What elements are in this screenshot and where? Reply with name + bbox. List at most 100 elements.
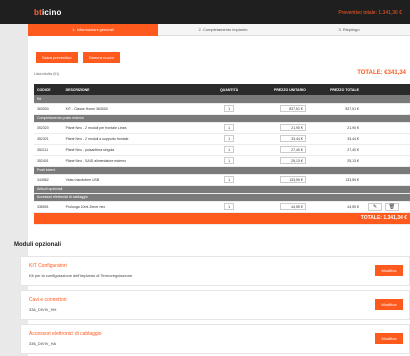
table-row: 344582 Video handsfree USB 1 133,59 €133,59… bbox=[34, 174, 410, 186]
unit-price-field[interactable]: 33,44 € bbox=[279, 135, 306, 142]
modify-button[interactable]: Modifica bbox=[375, 333, 403, 344]
table-row: 352320 Pláné Neo - 2 moduli per frontale … bbox=[34, 122, 410, 134]
quantity-cell: 1 bbox=[210, 133, 248, 145]
quote-table-body: Kit 363000 KIT - Classe Home 363000 1 837,51… bbox=[34, 95, 410, 225]
total-label: TOTALE: 1.341,34 € bbox=[34, 212, 410, 225]
total-price-cell: 133,59 € bbox=[308, 174, 362, 186]
unit-price-cell: 133,59 € bbox=[247, 174, 309, 186]
total-price-cell: 25,13 € bbox=[308, 155, 362, 167]
quantity-field[interactable]: 1 bbox=[224, 105, 235, 112]
description-cell: Prolunga 10mt Zener hex bbox=[62, 201, 211, 213]
logo-prefix: bt bbox=[34, 8, 42, 17]
save-quote-button[interactable]: Salva preventivo bbox=[36, 52, 78, 63]
unit-price-field[interactable]: 27,40 € bbox=[279, 146, 306, 153]
code-cell: 352321 bbox=[34, 133, 63, 145]
total-price-cell: 837,51 € bbox=[308, 103, 362, 115]
total-price-cell: 33,44 € bbox=[308, 133, 362, 145]
section-title: Completamento posto esterno bbox=[34, 114, 410, 123]
col-total-price: PREZZO TOTALE bbox=[308, 84, 362, 95]
quantity-field[interactable]: 1 bbox=[224, 146, 235, 153]
table-row: 363000 KIT - Classe Home 363000 1 837,51 €8… bbox=[34, 103, 410, 115]
table-row: 352321 Pláné Neo - 2 moduli a supporto fr… bbox=[34, 133, 410, 145]
code-cell: 352320 bbox=[34, 122, 63, 134]
actions-cell bbox=[361, 174, 410, 186]
modify-button[interactable]: Modifica bbox=[375, 299, 403, 310]
section-row: Kit bbox=[34, 95, 410, 104]
description-cell: Pláné Neo - 2 moduli per frontale Linea bbox=[62, 122, 211, 134]
module-title: KIT Configuratori bbox=[29, 263, 67, 269]
section-title: Posti interni bbox=[34, 166, 410, 175]
unit-price-field[interactable]: 25,13 € bbox=[279, 157, 306, 164]
col-desc: DESCRIZIONE bbox=[62, 84, 211, 95]
section-row: Articoli opzionali bbox=[34, 185, 410, 194]
quantity-field[interactable]: 1 bbox=[224, 176, 235, 183]
quote-table: CODICE DESCRIZIONE QUANTITÀ PREZZO UNITA… bbox=[34, 84, 410, 225]
logo-rest: icino bbox=[41, 8, 62, 17]
module-sub: 336_DIVIV_HH bbox=[29, 307, 57, 312]
unit-price-field[interactable]: 44,55 € bbox=[279, 203, 306, 210]
quantity-cell: 1 bbox=[210, 103, 248, 115]
quantity-field[interactable]: 1 bbox=[224, 203, 235, 210]
step-completion[interactable]: 2. Completamento impianto bbox=[158, 24, 288, 36]
quantity-cell: 1 bbox=[210, 174, 248, 186]
unit-price-field[interactable]: 837,51 € bbox=[279, 105, 306, 112]
code-cell: 344582 bbox=[34, 174, 63, 186]
modify-button[interactable]: Modifica bbox=[375, 265, 403, 276]
quantity-field[interactable]: 1 bbox=[224, 157, 235, 164]
new-quote-button[interactable]: Genera nuovo bbox=[82, 52, 121, 63]
col-code: CODICE bbox=[34, 84, 63, 95]
trash-icon[interactable]: 🗑 bbox=[384, 202, 399, 211]
quantity-cell: 1 bbox=[210, 155, 248, 167]
quantity-field[interactable]: 1 bbox=[224, 135, 235, 142]
module-title: Cavi e connettori bbox=[29, 297, 67, 303]
logo: bticino bbox=[34, 8, 62, 17]
code-cell: 352111 bbox=[34, 144, 63, 156]
total-price-cell: 21,90 € bbox=[308, 122, 362, 134]
module-sub: 336_DIVIV_HA bbox=[29, 341, 57, 346]
module-card: Accessori elettronici di cablaggio 336_D… bbox=[20, 324, 410, 354]
total-row: TOTALE: 1.341,34 € bbox=[34, 212, 410, 225]
description-cell: Pláné Neo - pulsantiera singola bbox=[62, 144, 211, 156]
section-row: Posti interni bbox=[34, 166, 410, 175]
description-cell: KIT - Classe Home 363000 bbox=[62, 103, 211, 115]
unit-price-field[interactable]: 133,59 € bbox=[279, 176, 306, 183]
optional-modules-title: Moduli opzionali bbox=[14, 242, 61, 248]
module-title: Accessori elettronici di cablaggio bbox=[29, 331, 102, 337]
unit-price-cell: 27,40 € bbox=[247, 144, 309, 156]
list-label: Lista ridotta (01) bbox=[34, 72, 60, 76]
actions-cell bbox=[361, 155, 410, 167]
col-actions bbox=[361, 84, 410, 95]
module-card: KIT Configuratori Kit per la configurazi… bbox=[20, 256, 410, 286]
total-summary-header: Preventivo totale: 1.341,36 € bbox=[338, 10, 402, 16]
total-top: TOTALE: €341,34 bbox=[357, 70, 406, 76]
unit-price-field[interactable]: 21,90 € bbox=[279, 124, 306, 131]
total-price-cell: 27,40 € bbox=[308, 144, 362, 156]
action-buttons: Salva preventivo Genera nuovo bbox=[36, 52, 124, 63]
step-summary[interactable]: 3. Riepilogo bbox=[288, 24, 410, 36]
actions-cell: ✎ 🗑 bbox=[361, 201, 410, 213]
quantity-field[interactable]: 1 bbox=[224, 124, 235, 131]
top-bar: bticino Preventivo totale: 1.341,36 € bbox=[0, 0, 410, 24]
step-info[interactable]: 1. Informazioni generali bbox=[28, 24, 158, 36]
quantity-cell: 1 bbox=[210, 144, 248, 156]
section-row: Accessori elettronici di cablaggio bbox=[34, 193, 410, 202]
quantity-cell: 1 bbox=[210, 201, 248, 213]
table-row: 352111 Pláné Neo - pulsantiera singola 1 27… bbox=[34, 144, 410, 156]
description-cell: Video handsfree USB bbox=[62, 174, 211, 186]
unit-price-cell: 21,90 € bbox=[247, 122, 309, 134]
table-row: 336591 Prolunga 10mt Zener hex 1 44,55 €44,… bbox=[34, 201, 410, 213]
code-cell: 336591 bbox=[34, 201, 63, 213]
quantity-cell: 1 bbox=[210, 122, 248, 134]
col-qty: QUANTITÀ bbox=[210, 84, 248, 95]
unit-price-cell: 44,55 € bbox=[247, 201, 309, 213]
module-sub: Kit per la configurazione dell'impianto … bbox=[29, 273, 133, 278]
unit-price-cell: 33,44 € bbox=[247, 133, 309, 145]
description-cell: Pláné Neo - 2 moduli a supporto frontale bbox=[62, 133, 211, 145]
actions-cell bbox=[361, 133, 410, 145]
code-cell: 352401 bbox=[34, 155, 63, 167]
wizard-steps: 1. Informazioni generali 2. Completament… bbox=[28, 24, 410, 36]
table-row: 352401 Pláné Neo - SAID alimentatore este… bbox=[34, 155, 410, 167]
actions-cell bbox=[361, 122, 410, 134]
total-price-cell: 44,55 € bbox=[308, 201, 362, 213]
edit-icon[interactable]: ✎ bbox=[367, 202, 382, 211]
